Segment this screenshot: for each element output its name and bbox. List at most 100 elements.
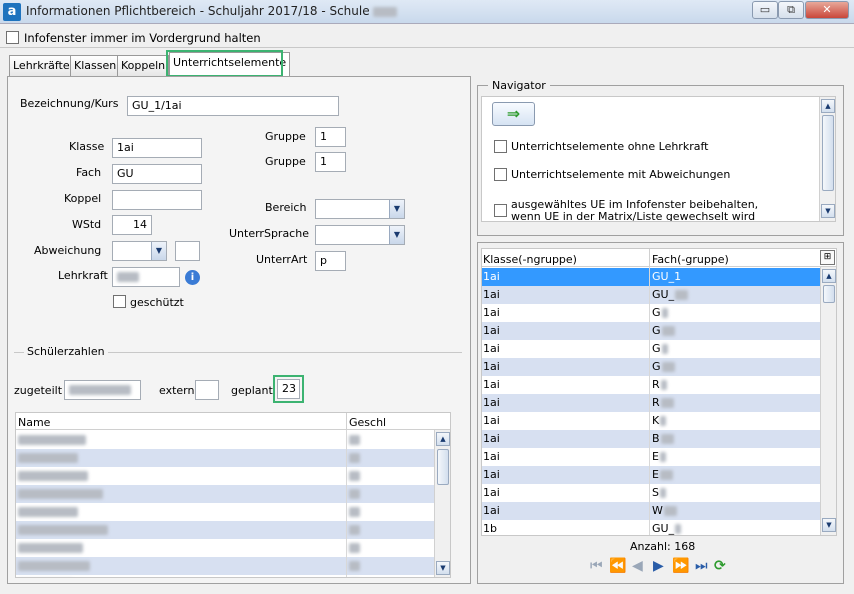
tab-highlight [166, 50, 283, 77]
unterrart-label: UnterrArt [256, 253, 308, 266]
column-header-geschl[interactable]: Geschl [349, 416, 386, 429]
zugeteilt-field[interactable] [64, 380, 141, 400]
arrow-right-icon: ⇒ [506, 104, 521, 123]
table-row[interactable]: 1ai S [482, 484, 820, 502]
fach-text: GU_1 [652, 270, 682, 283]
gruppe1-field[interactable]: 1 [315, 127, 346, 147]
previous-record-icon[interactable]: ◀ [632, 558, 643, 574]
table-row[interactable]: 1ai R [482, 376, 820, 394]
column-header-fach[interactable]: Fach(-gruppe) [652, 253, 729, 266]
abweichung-extra-field[interactable] [175, 241, 200, 261]
list-item[interactable] [16, 485, 434, 503]
column-chooser-icon[interactable]: ⊞ [820, 250, 835, 265]
fach-text: E [652, 468, 659, 481]
student-geschl-redacted [349, 561, 360, 571]
fach-field[interactable]: GU [112, 164, 202, 184]
previous-page-icon[interactable]: ⏪ [609, 558, 626, 574]
klasse-cell: 1ai [483, 396, 500, 409]
fach-cell: G [652, 342, 668, 355]
student-name-redacted [18, 543, 83, 553]
list-item[interactable] [16, 539, 434, 557]
navigate-arrow-button[interactable]: ⇒ [492, 102, 535, 126]
always-on-top-checkbox[interactable] [6, 31, 19, 47]
next-record-icon[interactable]: ▶ [653, 558, 664, 574]
bereich-dropdown[interactable]: ▼ [315, 199, 405, 219]
redacted-text [663, 506, 677, 516]
table-row[interactable]: 1ai B [482, 430, 820, 448]
table-row[interactable]: 1ai GU_1 [482, 268, 820, 286]
info-icon[interactable]: i [185, 270, 200, 285]
geschuetzt-label: geschützt [130, 296, 184, 309]
student-list-scrollbar[interactable]: ▲ ▼ [434, 430, 450, 577]
table-row[interactable]: 1ai E [482, 466, 820, 484]
scroll-thumb[interactable] [822, 115, 834, 191]
ue-list-scrollbar[interactable]: ▲ ▼ [820, 267, 836, 535]
wstd-field[interactable]: 14 [112, 215, 152, 235]
table-row[interactable]: 1ai G [482, 340, 820, 358]
gruppe2-field[interactable]: 1 [315, 152, 346, 172]
student-geschl-redacted [349, 435, 360, 445]
table-row[interactable]: 1ai G [482, 304, 820, 322]
unterrsprache-dropdown[interactable]: ▼ [315, 225, 405, 245]
lehrkraft-field[interactable] [112, 267, 180, 287]
restore-button[interactable]: ⧉ [778, 1, 804, 19]
mit-abweichungen-checkbox[interactable] [494, 168, 507, 184]
scroll-thumb[interactable] [823, 285, 835, 303]
koppel-field[interactable] [112, 190, 202, 210]
fach-cell: R [652, 378, 667, 391]
table-row[interactable]: 1b GU_ [482, 520, 820, 535]
table-row[interactable]: 1ai R [482, 394, 820, 412]
tab-lehrkraefte[interactable]: Lehrkräfte [9, 55, 74, 76]
list-item[interactable] [16, 575, 434, 577]
last-record-icon[interactable]: ⏭ [695, 558, 708, 574]
klasse-field[interactable]: 1ai [112, 138, 202, 158]
refresh-icon[interactable]: ⟳ [714, 558, 726, 574]
minimize-button[interactable]: ▭ [752, 1, 778, 19]
list-item[interactable] [16, 431, 434, 449]
scroll-up-icon[interactable]: ▲ [822, 269, 836, 283]
table-row[interactable]: 1ai K [482, 412, 820, 430]
redacted-text [660, 380, 667, 390]
keep-ue-checkbox[interactable] [494, 204, 507, 220]
scroll-down-icon[interactable]: ▼ [821, 204, 835, 218]
tab-klassen[interactable]: Klassen [70, 55, 121, 76]
scroll-up-icon[interactable]: ▲ [436, 432, 450, 446]
list-item[interactable] [16, 467, 434, 485]
scroll-down-icon[interactable]: ▼ [822, 518, 836, 532]
scroll-down-icon[interactable]: ▼ [436, 561, 450, 575]
extern-field[interactable] [195, 380, 219, 400]
student-name-redacted [18, 471, 88, 481]
first-record-icon[interactable]: ⏮ [590, 558, 603, 574]
scroll-up-icon[interactable]: ▲ [821, 99, 835, 113]
unterrart-field[interactable]: p [315, 251, 346, 271]
list-item[interactable] [16, 449, 434, 467]
klasse-label: Klasse [69, 140, 105, 153]
geplant-field[interactable]: 23 [277, 379, 300, 399]
table-row[interactable]: 1ai E [482, 448, 820, 466]
ohne-lehrkraft-checkbox[interactable] [494, 140, 507, 156]
column-gridline [649, 267, 650, 535]
column-header-klasse[interactable]: Klasse(-ngruppe) [483, 253, 577, 266]
tab-koppeln[interactable]: Koppeln [117, 55, 170, 76]
table-row[interactable]: 1ai G [482, 322, 820, 340]
student-name-redacted [18, 435, 86, 445]
table-row[interactable]: 1ai GU_ [482, 286, 820, 304]
student-geschl-redacted [349, 507, 360, 517]
list-item[interactable] [16, 557, 434, 575]
bezeichnung-field[interactable]: GU_1/1ai [127, 96, 339, 116]
next-page-icon[interactable]: ⏩ [672, 558, 689, 574]
navigator-scrollbar[interactable]: ▲ ▼ [819, 97, 835, 221]
geschuetzt-checkbox[interactable] [113, 295, 126, 311]
abweichung-label: Abweichung [34, 244, 102, 257]
fach-cell: R [652, 396, 674, 409]
list-item[interactable] [16, 503, 434, 521]
table-row[interactable]: 1ai W [482, 502, 820, 520]
scroll-thumb[interactable] [437, 449, 449, 485]
table-row[interactable]: 1ai G [482, 358, 820, 376]
list-item[interactable] [16, 521, 434, 539]
close-button[interactable]: ✕ [805, 1, 849, 19]
column-header-name[interactable]: Name [18, 416, 50, 429]
klasse-cell: 1ai [483, 504, 500, 517]
student-name-redacted [18, 525, 108, 535]
abweichung-dropdown[interactable]: ▼ [112, 241, 167, 261]
